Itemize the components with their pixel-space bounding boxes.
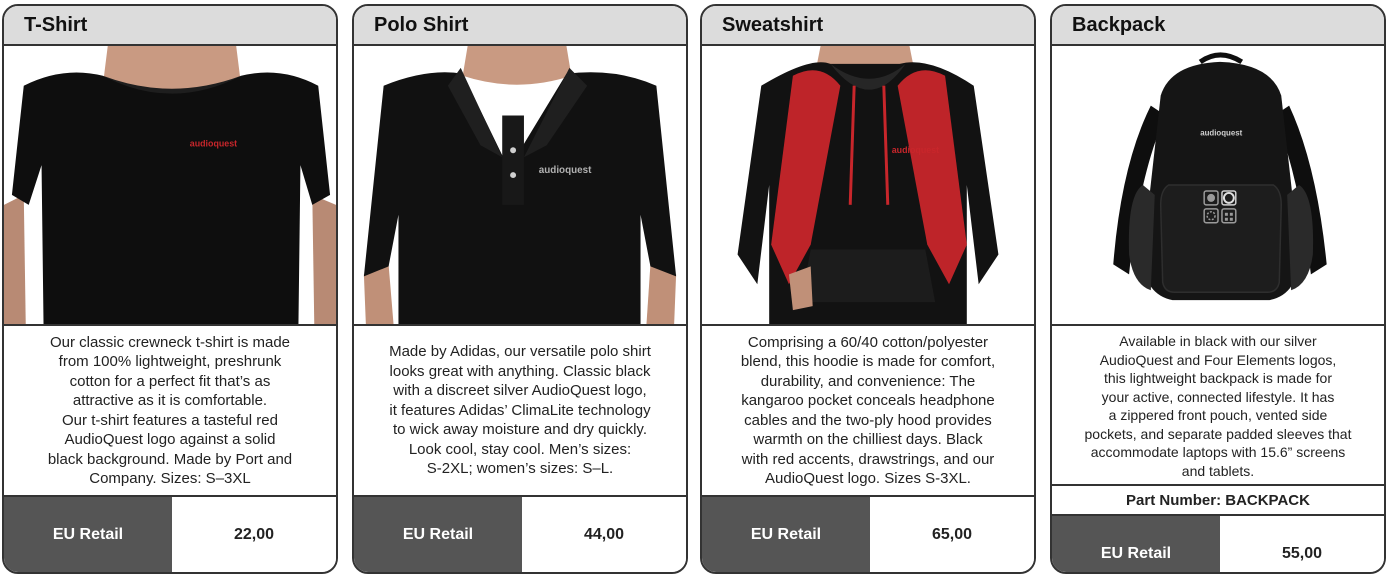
- price-row: EU Retail 65,00: [702, 495, 1034, 572]
- description-line: a zippered front pouch, vented side: [1108, 407, 1328, 423]
- description-line: from 100% lightweight, preshrunk: [58, 353, 282, 370]
- price-row: EU Retail 44,00: [354, 495, 686, 572]
- description-line: S-2XL; women’s sizes: S–L.: [426, 460, 614, 478]
- description-line: attractive as it is comfortable.: [72, 392, 268, 409]
- description-line: Our t-shirt features a tasteful red: [62, 411, 278, 429]
- price-row: EU Retail 22,00: [4, 495, 336, 572]
- hoodie-image: audioquest: [702, 46, 1034, 324]
- description-line: with red accents, drawstrings, and our: [741, 450, 995, 468]
- description-line: and tablets.: [1181, 462, 1255, 479]
- price-value: 55,00: [1220, 516, 1384, 572]
- description-line: accommodate laptops with 15.6” screens: [1090, 444, 1346, 460]
- hoodie-photo: audioquest: [702, 46, 1034, 326]
- product-card-sweatshirt: Sweatshirt audioquest Comprising a 60/40…: [700, 4, 1036, 574]
- description-line: blend, this hoodie is made for comfort,: [740, 353, 996, 370]
- price-label: EU Retail: [702, 497, 870, 572]
- card-title: Sweatshirt: [702, 6, 1034, 46]
- description-line: AudioQuest logo against a solid: [64, 431, 276, 448]
- price-value: 65,00: [870, 497, 1034, 572]
- description-line: it features Adidas’ ClimaLite technology: [389, 401, 651, 419]
- card-title: Polo Shirt: [354, 6, 686, 46]
- description-line: looks great with anything. Classic black: [389, 362, 651, 380]
- part-number: Part Number: BACKPACK: [1052, 484, 1384, 514]
- card-title: Backpack: [1052, 6, 1384, 46]
- description-line: durability, and convenience: The: [760, 372, 976, 390]
- tshirt-photo: audioquest: [4, 46, 336, 326]
- photo-logo-text: audioquest: [539, 165, 592, 176]
- description-line: pockets, and separate padded sleeves tha…: [1084, 425, 1352, 442]
- description-line: Our classic crewneck t-shirt is made: [49, 333, 291, 351]
- description-line: AudioQuest logo. Sizes S-3XL.: [765, 470, 971, 487]
- description-line: your active, connected lifestyle. It has: [1101, 388, 1335, 405]
- photo-logo-text: audioquest: [1200, 128, 1242, 137]
- polo-shirt-image: audioquest: [354, 46, 686, 324]
- photo-logo-text: audioquest: [190, 138, 237, 148]
- description-line: Comprising a 60/40 cotton/polyester: [747, 333, 989, 351]
- price-row: EU Retail 55,00: [1052, 514, 1384, 572]
- description-line: AudioQuest and Four Elements logos,: [1099, 351, 1337, 368]
- price-label: EU Retail: [354, 497, 522, 572]
- description-line: cotton for a perfect fit that’s as: [69, 372, 271, 390]
- description-line: warmth on the chilliest days. Black: [753, 431, 983, 448]
- description-line: black background. Made by Port and: [47, 450, 293, 468]
- description-line: with a discreet silver AudioQuest logo,: [393, 382, 647, 400]
- product-card-backpack: Backpack audioquest Available in black w…: [1050, 4, 1386, 574]
- price-label: EU Retail: [4, 497, 172, 572]
- description-line: kangaroo pocket conceals headphone: [741, 392, 995, 409]
- card-title: T-Shirt: [4, 6, 336, 46]
- product-description: Available in black with our silver Audio…: [1052, 326, 1384, 484]
- photo-logo-text: audioquest: [892, 145, 939, 155]
- product-card-tshirt: T-Shirt audioquest Our classic crewneck …: [2, 4, 338, 574]
- description-line: cables and the two-ply hood provides: [744, 411, 992, 429]
- description-line: to wick away moisture and dry quickly.: [393, 421, 647, 439]
- description-line: Look cool, stay cool. Men’s sizes:: [408, 440, 632, 458]
- product-card-polo-shirt: Polo Shirt audioquest Made by Adidas, ou…: [352, 4, 688, 574]
- description-line: this lightweight backpack is made for: [1104, 370, 1332, 386]
- product-description: Our classic crewneck t-shirt is made fro…: [4, 326, 336, 495]
- price-value: 44,00: [522, 497, 686, 572]
- tshirt-image: audioquest: [4, 46, 336, 324]
- description-line: Company. Sizes: S–3XL: [89, 470, 251, 487]
- backpack-photo: audioquest: [1052, 46, 1384, 326]
- price-value: 22,00: [172, 497, 336, 572]
- description-line: Made by Adidas, our versatile polo shirt: [389, 343, 651, 361]
- product-description: Comprising a 60/40 cotton/polyester blen…: [702, 326, 1034, 495]
- product-description: Made by Adidas, our versatile polo shirt…: [354, 326, 686, 495]
- backpack-image: audioquest: [1052, 46, 1384, 324]
- polo-shirt-photo: audioquest: [354, 46, 686, 326]
- price-label: EU Retail: [1052, 516, 1220, 572]
- description-line: Available in black with our silver: [1119, 333, 1317, 349]
